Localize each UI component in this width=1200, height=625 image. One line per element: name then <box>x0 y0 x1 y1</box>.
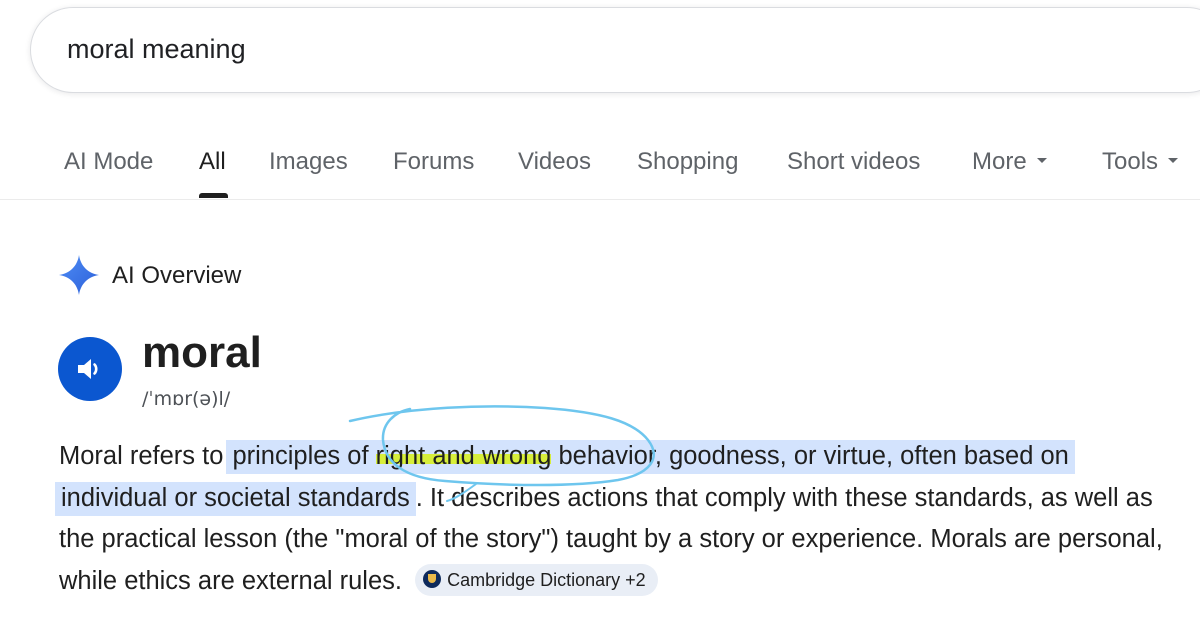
headword: moral <box>142 328 262 377</box>
tab-videos[interactable]: Videos <box>518 148 591 176</box>
tab-shopping[interactable]: Shopping <box>637 148 738 176</box>
tab-more-label: More <box>972 148 1027 175</box>
phonetic-transcription: /ˈmɒr(ə)l/ <box>142 388 231 410</box>
tab-tools-label: Tools <box>1102 148 1159 175</box>
tab-short-videos[interactable]: Short videos <box>787 148 920 176</box>
definition-paragraph: Moral refers to principles of right and … <box>55 436 1179 602</box>
tab-ai-mode[interactable]: AI Mode <box>64 148 153 176</box>
tab-forums[interactable]: Forums <box>393 148 474 176</box>
active-tab-indicator <box>199 193 228 198</box>
tab-all[interactable]: All <box>199 148 226 176</box>
speaker-icon <box>78 359 98 379</box>
marker-highlight: right and wrong <box>375 442 552 470</box>
search-input[interactable] <box>67 34 967 65</box>
search-tabs: AI Mode All Images Forums Videos Shoppin… <box>0 140 1200 200</box>
caret-down-icon <box>1036 158 1047 164</box>
source-chip[interactable]: Cambridge Dictionary +2 <box>415 563 658 596</box>
ai-overview-title: AI Overview <box>112 262 242 289</box>
source-chip-label: Cambridge Dictionary +2 <box>447 569 646 590</box>
caret-down-icon <box>1168 158 1179 164</box>
cambridge-logo-icon <box>423 570 442 589</box>
definition-lead: Moral refers to <box>59 442 231 470</box>
search-results-page: AI Mode All Images Forums Videos Shoppin… <box>0 0 1200 625</box>
pronounce-button[interactable] <box>58 337 122 401</box>
tab-tools[interactable]: Tools <box>1102 148 1179 176</box>
tab-more[interactable]: More <box>972 148 1047 176</box>
search-bar[interactable] <box>30 7 1200 93</box>
highlight-before: principles of <box>232 442 376 470</box>
tab-images[interactable]: Images <box>269 148 348 176</box>
sparkle-icon <box>59 255 99 295</box>
